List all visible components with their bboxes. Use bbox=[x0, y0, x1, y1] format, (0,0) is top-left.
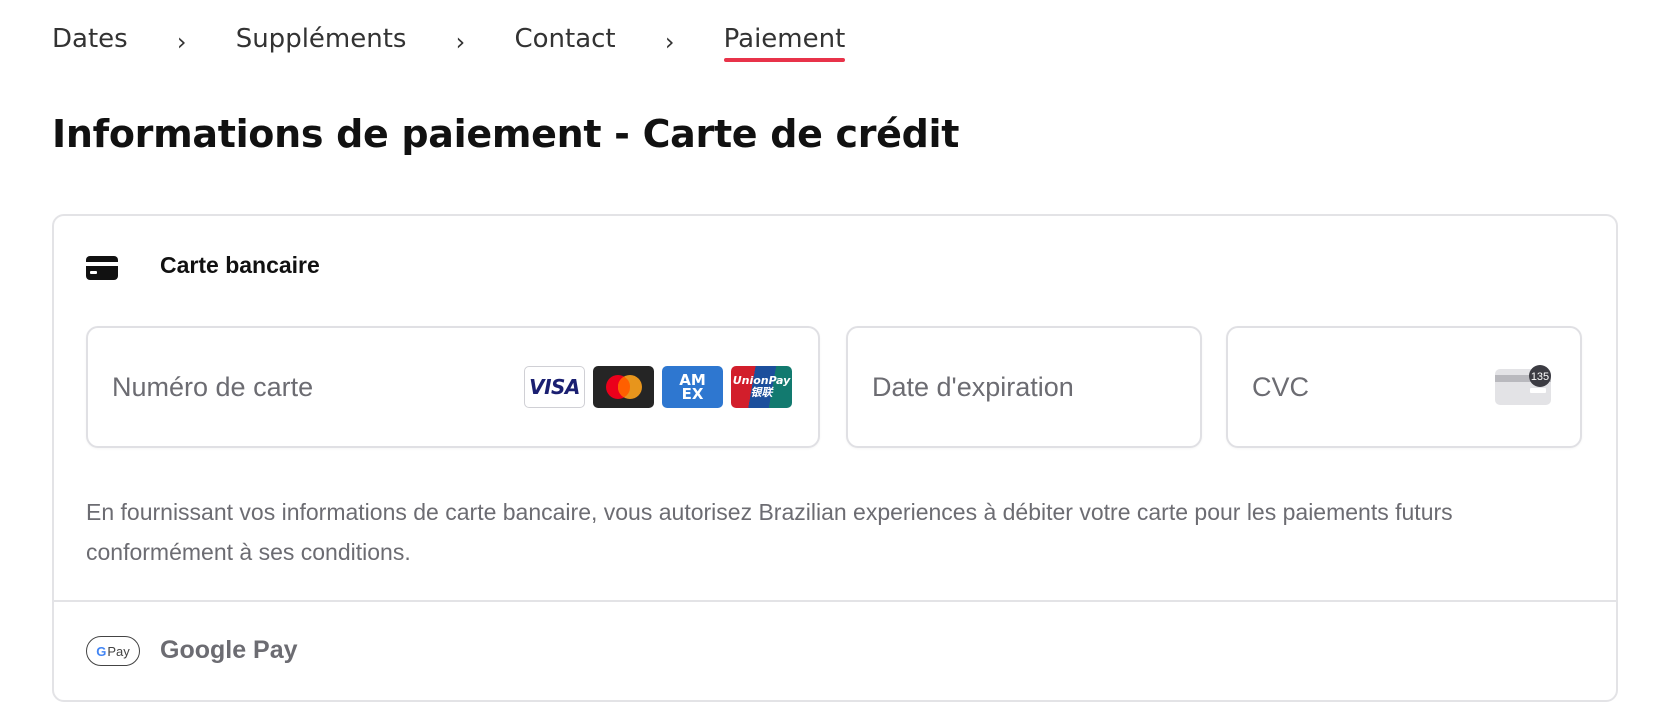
breadcrumb-step-paiement[interactable]: Paiement bbox=[723, 24, 845, 62]
chevron-right-icon: › bbox=[455, 28, 466, 56]
credit-card-icon bbox=[86, 256, 118, 280]
section-title: Carte bancaire bbox=[160, 252, 320, 278]
card-number-placeholder: Numéro de carte bbox=[112, 372, 314, 402]
card-payment-section[interactable]: Carte bancaire Numéro de carte VISA AM EX bbox=[54, 216, 1616, 600]
cvc-field[interactable]: CVC 135 bbox=[1226, 326, 1582, 448]
google-pay-label: Google Pay bbox=[160, 636, 298, 664]
google-pay-option[interactable]: G Pay Google Pay bbox=[54, 602, 1616, 702]
visa-logo-text: VISA bbox=[529, 375, 580, 399]
mastercard-icon bbox=[593, 366, 654, 408]
amex-logo-text: AM EX bbox=[679, 371, 706, 403]
breadcrumb-step-contact[interactable]: Contact bbox=[514, 24, 615, 60]
unionpay-logo-text: UnionPay 银联 bbox=[732, 374, 791, 399]
expiry-date-field[interactable]: Date d'expiration bbox=[846, 326, 1202, 448]
card-number-field[interactable]: Numéro de carte VISA AM EX UnionPay 银联 bbox=[86, 326, 820, 448]
cvc-placeholder: CVC bbox=[1252, 372, 1310, 402]
payment-methods-panel: Carte bancaire Numéro de carte VISA AM EX bbox=[52, 214, 1618, 702]
google-g-letter: G bbox=[96, 643, 107, 659]
breadcrumb-step-supplements[interactable]: Suppléments bbox=[236, 24, 407, 60]
breadcrumb-step-dates[interactable]: Dates bbox=[52, 24, 128, 60]
breadcrumb: Dates › Suppléments › Contact › Paiement bbox=[52, 24, 845, 62]
chevron-right-icon: › bbox=[664, 28, 675, 56]
visa-icon: VISA bbox=[524, 366, 585, 408]
cvc-icon-digits: 135 bbox=[1531, 371, 1549, 383]
cvc-card-icon: 135 bbox=[1495, 365, 1551, 405]
google-pay-badge-text: Pay bbox=[107, 643, 130, 659]
unionpay-icon: UnionPay 银联 bbox=[731, 366, 792, 408]
card-brands: VISA AM EX UnionPay 银联 bbox=[524, 366, 792, 408]
chevron-right-icon: › bbox=[176, 28, 187, 56]
expiry-date-placeholder: Date d'expiration bbox=[872, 372, 1074, 402]
authorization-notice: En fournissant vos informations de carte… bbox=[86, 499, 1453, 565]
mastercard-circles bbox=[605, 375, 642, 399]
page-title: Informations de paiement - Carte de créd… bbox=[52, 112, 960, 156]
amex-icon: AM EX bbox=[662, 366, 723, 408]
google-pay-icon: G Pay bbox=[86, 636, 140, 666]
